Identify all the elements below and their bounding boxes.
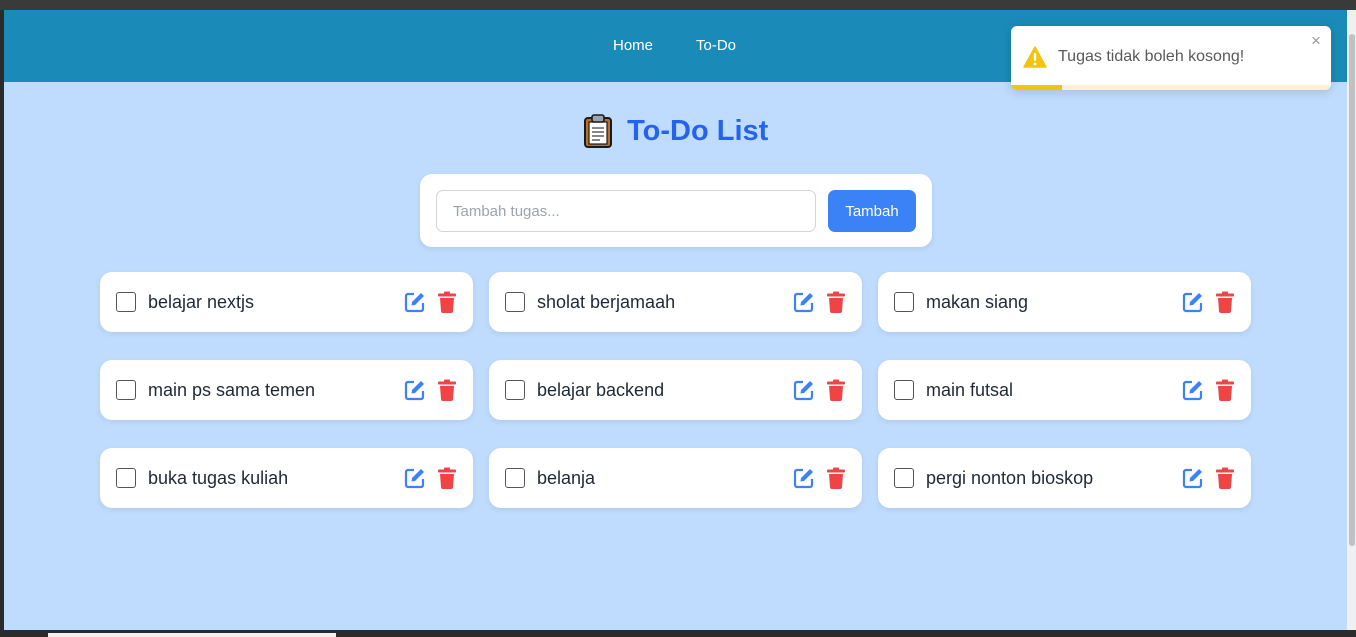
todo-text: belajar backend — [537, 380, 665, 400]
edit-icon[interactable] — [1182, 379, 1204, 401]
edit-icon[interactable] — [793, 379, 815, 401]
trash-icon[interactable] — [437, 291, 457, 313]
todo-card: sholat berjamaah — [489, 272, 862, 332]
todo-card: main ps sama temen — [100, 360, 473, 420]
trash-icon[interactable] — [826, 291, 846, 313]
todo-checkbox[interactable] — [894, 468, 914, 488]
todo-card: belanja — [489, 448, 862, 508]
todo-text: makan siang — [926, 292, 1029, 312]
todo-text: buka tugas kuliah — [148, 468, 289, 488]
edit-icon[interactable] — [404, 467, 426, 489]
todo-checkbox[interactable] — [894, 292, 914, 312]
todo-text: belanja — [537, 468, 596, 488]
add-task-button[interactable]: Tambah — [828, 190, 916, 232]
task-input[interactable] — [436, 190, 816, 232]
todo-text: main futsal — [926, 380, 1014, 400]
trash-icon[interactable] — [1215, 379, 1235, 401]
trash-icon[interactable] — [437, 379, 457, 401]
todo-checkbox[interactable] — [116, 292, 136, 312]
clipboard-icon — [583, 114, 613, 148]
add-task-card: Tambah — [420, 174, 932, 247]
warning-icon — [1023, 46, 1047, 68]
page-title-text: To-Do List — [627, 114, 769, 147]
toast-progress-track — [1011, 85, 1331, 90]
todo-card: belajar backend — [489, 360, 862, 420]
trash-icon[interactable] — [826, 467, 846, 489]
edit-icon[interactable] — [404, 291, 426, 313]
nav-link-home[interactable]: Home — [613, 37, 653, 54]
edit-icon[interactable] — [1182, 467, 1204, 489]
todo-text: sholat berjamaah — [537, 292, 676, 312]
browser-top-strip — [0, 0, 1356, 10]
trash-icon[interactable] — [1215, 291, 1235, 313]
todo-checkbox[interactable] — [505, 468, 525, 488]
edit-icon[interactable] — [793, 291, 815, 313]
edit-icon[interactable] — [1182, 291, 1204, 313]
browser-bottom-strip — [0, 630, 1356, 637]
edit-icon[interactable] — [793, 467, 815, 489]
page-title: To-Do List — [4, 114, 1347, 148]
todo-card: belajar nextjs — [100, 272, 473, 332]
scrollbar-thumb[interactable] — [1349, 34, 1355, 546]
toast-progress-bar — [1011, 85, 1063, 90]
todo-checkbox[interactable] — [116, 380, 136, 400]
toast-message: Tugas tidak boleh kosong! — [1058, 48, 1245, 65]
close-icon[interactable]: × — [1311, 31, 1321, 51]
todo-text: pergi nonton bioskop — [926, 468, 1094, 488]
trash-icon[interactable] — [437, 467, 457, 489]
todo-card: buka tugas kuliah — [100, 448, 473, 508]
todo-text: belajar nextjs — [148, 292, 255, 312]
todo-checkbox[interactable] — [116, 468, 136, 488]
todo-grid: belajar nextjs sholat berjamaah makan sian… — [100, 272, 1252, 508]
todo-card: pergi nonton bioskop — [878, 448, 1251, 508]
todo-checkbox[interactable] — [505, 292, 525, 312]
page-viewport: Home To-Do To-Do List Tambah belajar nex… — [4, 10, 1347, 630]
todo-card: makan siang — [878, 272, 1251, 332]
todo-checkbox[interactable] — [505, 380, 525, 400]
trash-icon[interactable] — [826, 379, 846, 401]
edit-icon[interactable] — [404, 379, 426, 401]
trash-icon[interactable] — [1215, 467, 1235, 489]
todo-card: main futsal — [878, 360, 1251, 420]
todo-checkbox[interactable] — [894, 380, 914, 400]
warning-toast: Tugas tidak boleh kosong! × — [1011, 26, 1331, 90]
todo-text: main ps sama temen — [148, 380, 316, 400]
nav-link-todo[interactable]: To-Do — [696, 37, 736, 54]
